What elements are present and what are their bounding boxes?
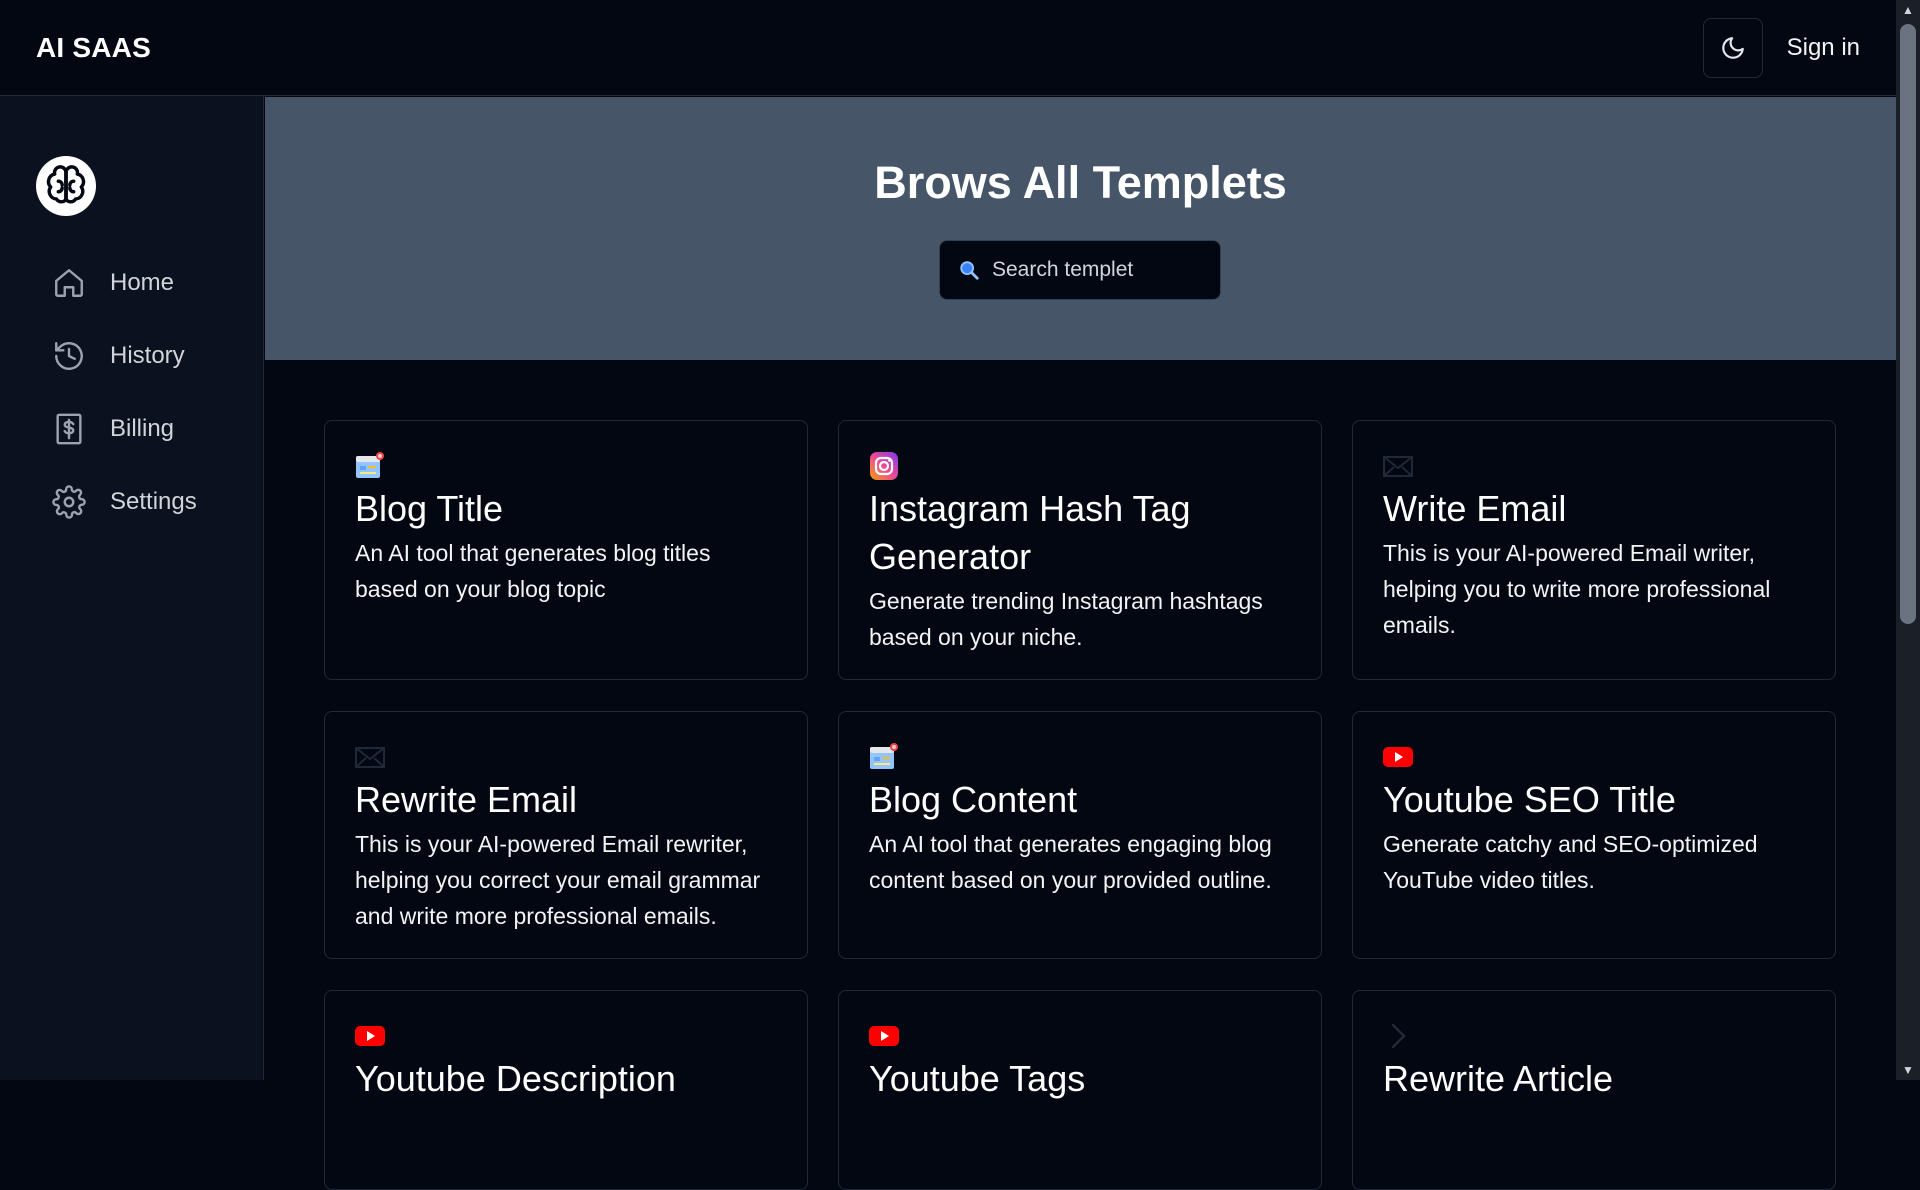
template-description: This is your AI-powered Email writer, he…	[1383, 540, 1771, 638]
template-card-blog-title[interactable]: Blog Title An AI tool that generates blo…	[324, 420, 808, 680]
search-icon	[960, 261, 979, 280]
sidebar-item-label: Billing	[110, 414, 175, 442]
sign-in-button[interactable]: Sign in	[1787, 34, 1860, 62]
blog-icon	[356, 452, 384, 478]
sidebar-item-label: Settings	[110, 487, 197, 515]
sidebar-nav: Home History Billing Settings	[0, 246, 263, 538]
billing-icon	[56, 413, 82, 444]
sidebar-item-history[interactable]: History	[0, 319, 263, 392]
search-hero: Brows All Templets	[265, 97, 1896, 360]
template-title: Instagram Hash Tag Generator	[869, 488, 1191, 577]
header-actions: Sign in	[1702, 17, 1860, 78]
history-icon	[55, 341, 83, 370]
template-card-blog-content[interactable]: Blog Content An AI tool that generates e…	[838, 711, 1322, 959]
template-title: Youtube SEO Title	[1383, 779, 1676, 820]
email-icon	[1383, 456, 1413, 477]
template-card-youtube-tags[interactable]: Youtube Tags	[838, 990, 1322, 1190]
template-title: Youtube Tags	[869, 1058, 1086, 1099]
template-card-write-email[interactable]: Write Email This is your AI-powered Emai…	[1352, 420, 1836, 680]
instagram-icon	[870, 452, 898, 480]
home-icon	[55, 268, 83, 297]
template-description: Generate catchy and SEO-optimized YouTub…	[1383, 831, 1758, 893]
template-title: Rewrite Article	[1383, 1058, 1614, 1099]
sidebar-item-settings[interactable]: Settings	[0, 465, 263, 538]
sidebar-item-label: Home	[110, 268, 175, 296]
email-icon	[355, 747, 385, 768]
gear-icon	[52, 484, 86, 519]
theme-toggle-button[interactable]	[1702, 17, 1763, 78]
moon-icon	[1721, 36, 1744, 59]
top-header: AI SAAS Sign in	[0, 0, 1896, 96]
page-title: Brows All Templets	[874, 157, 1287, 208]
scroll-up-icon[interactable]: ▲	[1896, 0, 1920, 20]
youtube-icon	[869, 1026, 899, 1046]
template-title: Blog Content	[869, 779, 1078, 820]
template-grid: Blog Title An AI tool that generates blo…	[324, 420, 1836, 1190]
template-card-youtube-description[interactable]: Youtube Description	[324, 990, 808, 1190]
sidebar-item-home[interactable]: Home	[0, 246, 263, 319]
template-card-rewrite-email[interactable]: Rewrite Email This is your AI-powered Em…	[324, 711, 808, 959]
brain-icon	[46, 165, 86, 204]
blog-icon	[870, 743, 898, 769]
template-title: Rewrite Email	[355, 779, 578, 820]
sidebar: Home History Billing Settings	[0, 96, 264, 1080]
search-input[interactable]	[990, 257, 1200, 283]
template-title: Youtube Description	[355, 1058, 676, 1099]
youtube-icon	[355, 1026, 385, 1046]
template-card-instagram-hashtag[interactable]: Instagram Hash Tag Generator Generate tr…	[838, 420, 1322, 680]
search-box[interactable]	[939, 240, 1221, 300]
page-scrollbar[interactable]: ▲ ▼	[1896, 0, 1920, 1080]
template-description: An AI tool that generates engaging blog …	[869, 831, 1272, 893]
template-description: Generate trending Instagram hashtags bas…	[869, 588, 1263, 650]
sidebar-item-billing[interactable]: Billing	[0, 392, 263, 465]
scrollbar-thumb[interactable]	[1900, 24, 1916, 624]
template-description: An AI tool that generates blog titles ba…	[355, 540, 711, 602]
sidebar-item-label: History	[110, 341, 185, 369]
brand-title[interactable]: AI SAAS	[36, 32, 151, 64]
chevron-right-icon	[1391, 1023, 1406, 1049]
youtube-icon	[1383, 747, 1413, 767]
template-title: Blog Title	[355, 488, 504, 529]
template-description: This is your AI-powered Email rewriter, …	[355, 831, 761, 929]
template-card-youtube-seo-title[interactable]: Youtube SEO Title Generate catchy and SE…	[1352, 711, 1836, 959]
template-card-rewrite-article[interactable]: Rewrite Article	[1352, 990, 1836, 1190]
scroll-down-icon[interactable]: ▼	[1896, 1060, 1920, 1080]
template-title: Write Email	[1383, 488, 1567, 529]
logo[interactable]	[36, 156, 96, 216]
